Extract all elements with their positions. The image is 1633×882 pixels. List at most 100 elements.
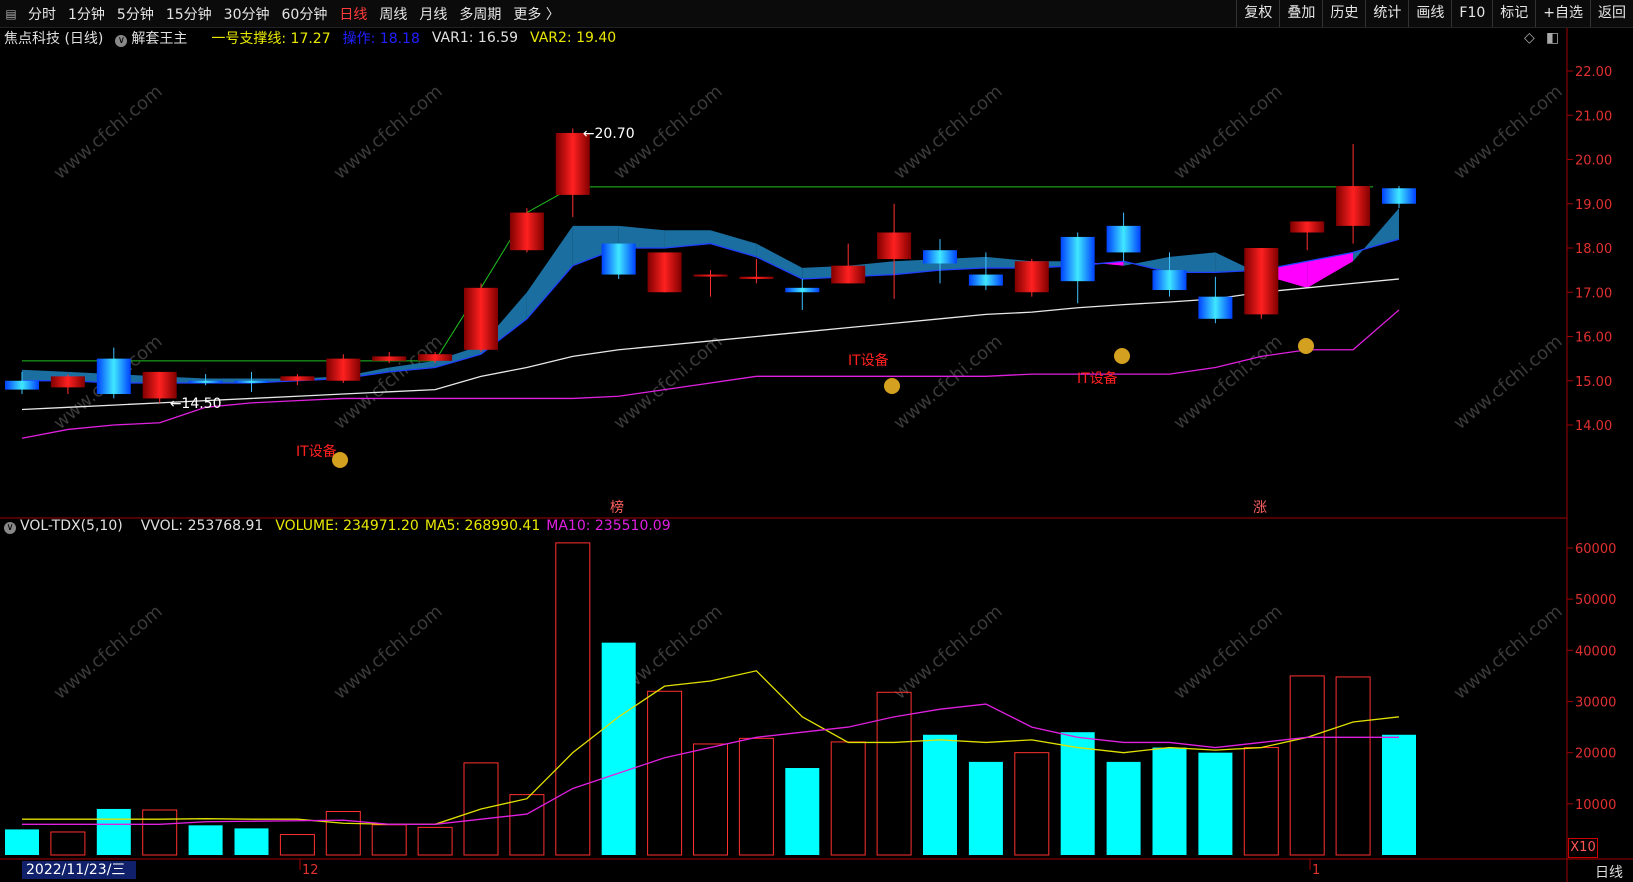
price-tick-label: 15.00 bbox=[1575, 375, 1612, 390]
candle-body bbox=[418, 354, 453, 361]
volume-bar bbox=[555, 542, 591, 856]
candle-body bbox=[50, 376, 85, 388]
candle-body bbox=[5, 380, 39, 390]
volume-bar bbox=[785, 768, 820, 855]
price-tick-label: 21.00 bbox=[1575, 109, 1612, 124]
board-marker: 榜 bbox=[610, 499, 624, 516]
candle-body bbox=[693, 274, 728, 277]
watermark-text: www.cfchi.com bbox=[330, 331, 447, 434]
volume-bar bbox=[738, 737, 774, 856]
price-tick-label: 18.00 bbox=[1575, 242, 1612, 257]
watermark-text: www.cfchi.com bbox=[50, 81, 167, 184]
cloud-segment bbox=[1307, 252, 1354, 288]
watermark-text: www.cfchi.com bbox=[1170, 81, 1287, 184]
watermark-text: www.cfchi.com bbox=[1450, 601, 1567, 704]
limit-up-marker: 涨 bbox=[1253, 500, 1267, 516]
price-volume-chart[interactable]: 22.00 21.00 20.00 19.00 18.00 17.00 16.00 15.00… bbox=[0, 0, 1633, 882]
volume-bar bbox=[1060, 732, 1095, 855]
candle-body bbox=[1244, 248, 1279, 315]
volume-bar bbox=[1335, 676, 1371, 856]
volume-bar bbox=[509, 794, 545, 856]
volume-bar bbox=[601, 642, 636, 855]
candle-body bbox=[1382, 188, 1416, 204]
watermark-text: www.cfchi.com bbox=[1450, 331, 1567, 434]
volume-bar bbox=[142, 809, 178, 856]
volume-bar bbox=[1289, 675, 1325, 856]
volume-bar bbox=[693, 743, 728, 856]
cursor-date: 2022/11/23/三 bbox=[22, 861, 136, 879]
candle-body bbox=[142, 371, 177, 399]
volume-bar bbox=[1198, 752, 1233, 855]
candle-body bbox=[1152, 270, 1187, 291]
candle-body bbox=[1014, 261, 1049, 293]
volume-tick-label: 40000 bbox=[1575, 644, 1616, 659]
volume-bar bbox=[968, 761, 1003, 855]
month-label: 1 bbox=[1312, 863, 1320, 878]
volume-tick-label: 50000 bbox=[1575, 593, 1616, 608]
volume-bar bbox=[188, 825, 223, 855]
candle-body bbox=[1336, 186, 1371, 226]
volume-bar bbox=[5, 829, 39, 855]
cloud-segment bbox=[1169, 252, 1216, 273]
volume-tick-label: 60000 bbox=[1575, 542, 1616, 557]
watermark-text: www.cfchi.com bbox=[1450, 81, 1567, 184]
watermark-text: www.cfchi.com bbox=[1170, 601, 1287, 704]
period-label[interactable]: 日线 bbox=[1595, 862, 1623, 882]
price-tick-label: 14.00 bbox=[1575, 419, 1612, 434]
candle-body bbox=[509, 212, 544, 251]
money-bag-icon bbox=[884, 378, 900, 394]
low-price-label: ←14.50 bbox=[170, 396, 222, 412]
cloud-segment bbox=[756, 243, 803, 279]
candle-body bbox=[1198, 296, 1233, 319]
volume-bar bbox=[50, 831, 86, 856]
price-tick-label: 19.00 bbox=[1575, 198, 1612, 213]
money-bag-icon bbox=[1298, 338, 1314, 354]
cloud-segment bbox=[710, 230, 757, 257]
volume-tick-label: 10000 bbox=[1575, 798, 1616, 813]
watermark-text: www.cfchi.com bbox=[890, 81, 1007, 184]
candle-body bbox=[280, 376, 315, 381]
watermark-text: www.cfchi.com bbox=[330, 601, 447, 704]
watermark-text: www.cfchi.com bbox=[890, 601, 1007, 704]
event-label: IT设备 bbox=[296, 443, 337, 460]
volume-bar bbox=[96, 808, 131, 855]
month-label: 12 bbox=[302, 863, 319, 878]
candle-body bbox=[1060, 236, 1095, 282]
candle-body bbox=[785, 287, 820, 293]
volume-ma10-line bbox=[22, 703, 1399, 825]
volume-bar bbox=[1014, 752, 1050, 856]
watermark-text: www.cfchi.com bbox=[1170, 331, 1287, 434]
volume-bar bbox=[923, 734, 957, 855]
volume-bar bbox=[1243, 747, 1279, 856]
price-tick-label: 20.00 bbox=[1575, 154, 1612, 169]
volume-tick-label: 20000 bbox=[1575, 747, 1616, 762]
volume-bar bbox=[1382, 734, 1416, 855]
candle-body bbox=[739, 276, 774, 279]
candle-body bbox=[96, 358, 131, 395]
candle-body bbox=[555, 132, 590, 195]
watermark-text: www.cfchi.com bbox=[890, 331, 1007, 434]
volume-bar bbox=[371, 824, 407, 856]
watermark-text: www.cfchi.com bbox=[330, 81, 447, 184]
price-tick-label: 16.00 bbox=[1575, 331, 1612, 346]
volume-bar bbox=[647, 690, 683, 856]
watermark-text: www.cfchi.com bbox=[50, 601, 167, 704]
candle-body bbox=[831, 265, 866, 284]
candle-body bbox=[1290, 221, 1325, 233]
volume-tick-label: 30000 bbox=[1575, 696, 1616, 711]
candle-body bbox=[923, 250, 957, 264]
candle-body bbox=[188, 380, 223, 383]
volume-bar bbox=[830, 741, 866, 856]
volume-bar bbox=[234, 828, 269, 855]
volume-scale-badge[interactable]: X10 bbox=[1568, 838, 1598, 858]
event-label: IT设备 bbox=[1077, 370, 1118, 387]
high-price-label: ←20.70 bbox=[583, 126, 635, 142]
candle-body bbox=[372, 356, 407, 361]
volume-bar bbox=[1106, 761, 1141, 855]
volume-bar bbox=[1152, 747, 1187, 855]
candle-body bbox=[968, 274, 1003, 286]
volume-bar bbox=[325, 811, 361, 856]
candle-body bbox=[647, 252, 682, 293]
event-label: IT设备 bbox=[848, 352, 889, 369]
money-bag-icon bbox=[1114, 348, 1130, 364]
